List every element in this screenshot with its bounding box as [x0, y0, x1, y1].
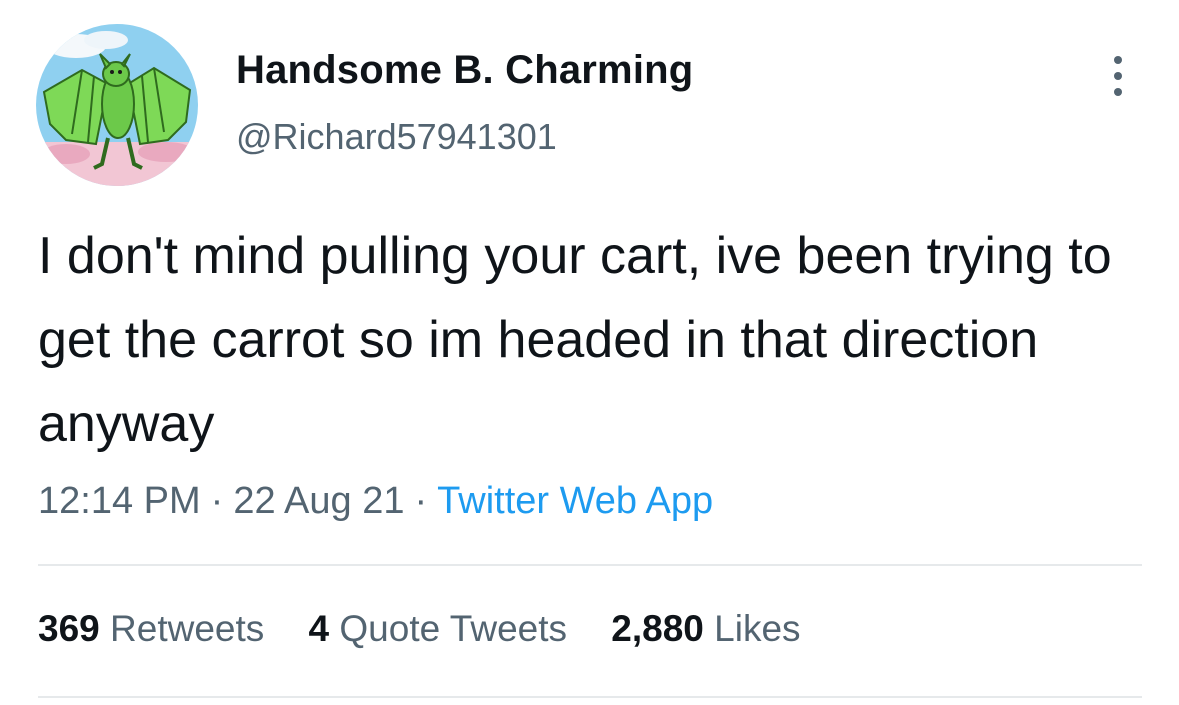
avatar[interactable] [36, 24, 198, 186]
meta-separator: · [210, 480, 224, 522]
retweets-count: 369 [38, 608, 100, 649]
likes-count: 2,880 [611, 608, 704, 649]
likes-stat[interactable]: 2,880 Likes [611, 608, 800, 649]
display-name[interactable]: Handsome B. Charming [236, 48, 693, 93]
tweet-source-link[interactable]: Twitter Web App [437, 480, 713, 522]
retweets-stat[interactable]: 369 Retweets [38, 608, 264, 649]
tweet-time[interactable]: 12:14 PM [38, 480, 201, 522]
user-handle[interactable]: @Richard57941301 [236, 116, 557, 158]
quote-tweets-stat[interactable]: 4 Quote Tweets [309, 608, 567, 649]
likes-label: Likes [714, 608, 801, 649]
tweet-meta: 12:14 PM · 22 Aug 21 · Twitter Web App [38, 480, 713, 523]
tweet-stats: 369 Retweets 4 Quote Tweets 2,880 Likes [38, 608, 835, 650]
tweet-card: Handsome B. Charming @Richard57941301 I … [0, 0, 1179, 705]
tweet-date[interactable]: 22 Aug 21 [233, 480, 404, 522]
quote-tweets-label: Quote Tweets [339, 608, 568, 649]
divider [38, 564, 1142, 566]
cartoon-bat-avatar-icon [36, 24, 198, 186]
divider [38, 696, 1142, 698]
retweets-label: Retweets [110, 608, 265, 649]
more-options-icon[interactable] [1098, 52, 1138, 100]
quote-tweets-count: 4 [308, 608, 330, 649]
meta-separator: · [414, 480, 428, 522]
tweet-text: I don't mind pulling your cart, ive been… [38, 227, 1112, 453]
